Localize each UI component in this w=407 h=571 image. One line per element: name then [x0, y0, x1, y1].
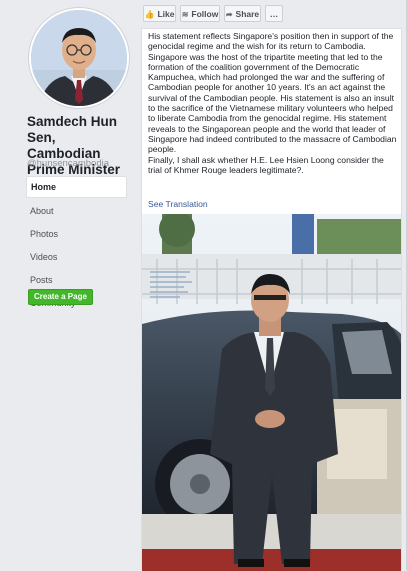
share-button[interactable]: ➦ Share [224, 5, 261, 22]
post-body: His statement reflects Singapore's posit… [148, 31, 400, 175]
nav-item-about[interactable]: About [26, 201, 127, 221]
profile-avatar[interactable] [29, 8, 129, 108]
post-card: His statement reflects Singapore's posit… [141, 28, 402, 571]
left-sidebar: Samdech Hun Sen, Cambodian Prime Ministe… [0, 0, 135, 570]
avatar-image [31, 10, 127, 106]
follow-label: Follow [191, 9, 219, 19]
post-text-main: His statement reflects Singapore's posit… [148, 31, 397, 155]
nav-item-home[interactable]: Home [26, 176, 127, 198]
more-options-button[interactable]: … [265, 5, 283, 22]
follow-button[interactable]: ≋ Follow [180, 5, 220, 22]
post-text-closing: Finally, I shall ask whether H.E. Lee Hs… [148, 154, 384, 175]
post-photo-image [142, 214, 401, 571]
thumbs-up-icon: 👍 [144, 10, 155, 19]
rss-icon: ≋ [181, 10, 189, 19]
like-label: Like [157, 9, 175, 19]
share-arrow-icon: ➦ [225, 10, 233, 19]
nav-item-videos[interactable]: Videos [26, 247, 127, 267]
create-page-button[interactable]: Create a Page [28, 289, 93, 305]
like-button[interactable]: 👍 Like [143, 5, 176, 22]
nav-item-photos[interactable]: Photos [26, 224, 127, 244]
page-handle: @hunsencambodia [27, 158, 110, 169]
share-label: Share [235, 9, 260, 19]
post-photo[interactable] [142, 214, 401, 571]
see-translation-link[interactable]: See Translation [148, 199, 208, 209]
nav-item-posts[interactable]: Posts [26, 270, 127, 290]
